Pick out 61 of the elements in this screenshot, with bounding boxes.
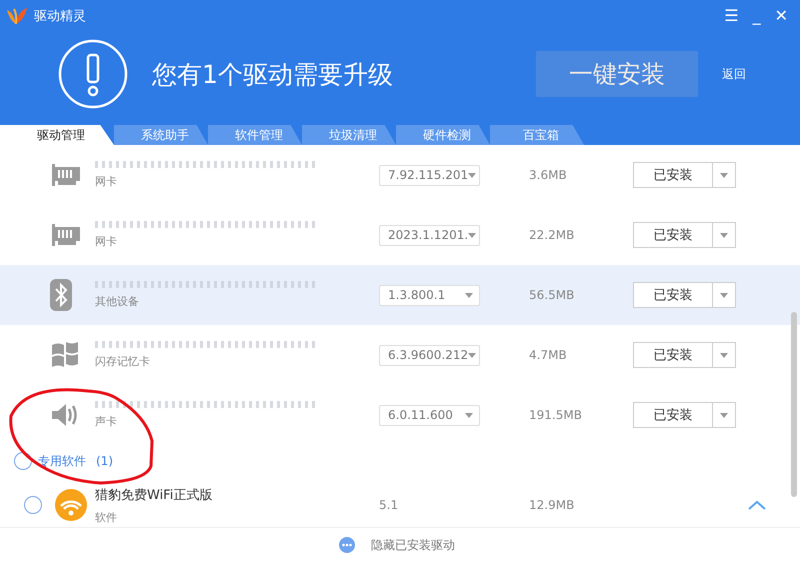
action-menu-button[interactable]	[713, 342, 736, 368]
software-name: 猎豹免费WiFi正式版	[95, 486, 214, 504]
group-label[interactable]: 专用软件	[38, 452, 86, 470]
tab[interactable]: 百宝箱	[490, 125, 584, 145]
device-category: 闪存记忆卡	[95, 354, 151, 369]
hide-installed-button[interactable]: 隐藏已安装驱动	[365, 536, 461, 554]
window-title: 驱动精灵	[34, 8, 86, 24]
back-link[interactable]: 返回	[722, 66, 746, 82]
group-checkbox[interactable]	[14, 452, 32, 470]
installed-button[interactable]: 已安装	[633, 342, 713, 368]
scroll-to-top-icon[interactable]	[748, 500, 766, 510]
installed-button[interactable]: 已安装	[633, 402, 713, 428]
bluetooth-icon	[50, 279, 72, 311]
device-category: 网卡	[95, 234, 118, 249]
version-dropdown[interactable]: 6.3.9600.212	[379, 344, 480, 366]
version-dropdown[interactable]: 6.0.11.600	[379, 404, 480, 426]
network-card-icon	[50, 161, 82, 189]
driver-size: 3.6MB	[529, 168, 568, 182]
version-dropdown[interactable]: 7.92.115.201	[379, 164, 480, 186]
action-menu-button[interactable]	[713, 282, 736, 308]
version-dropdown[interactable]: 2023.1.1201.	[379, 224, 480, 246]
tab[interactable]: 系统助手	[114, 125, 208, 145]
device-category: 声卡	[95, 414, 118, 429]
tab[interactable]: 软件管理	[208, 125, 302, 145]
group-count: (1)	[96, 454, 113, 468]
driver-size: 56.5MB	[529, 288, 576, 302]
device-category: 其他设备	[95, 294, 140, 309]
tab[interactable]: 垃圾清理	[302, 125, 396, 145]
upgrade-message: 您有1个驱动需要升级	[152, 58, 393, 90]
tab[interactable]: 驱动管理	[0, 125, 114, 145]
installed-button[interactable]: 已安装	[633, 282, 713, 308]
network-card-icon	[50, 221, 82, 249]
installed-button[interactable]: 已安装	[633, 162, 713, 188]
action-menu-button[interactable]	[713, 162, 736, 188]
driver-row[interactable]: 其他设备 1.3.800.1 56.5MB 已安装	[0, 265, 800, 325]
device-category: 网卡	[95, 174, 118, 189]
more-icon	[339, 537, 355, 553]
window-control[interactable]: ☰	[720, 6, 743, 25]
software-version: 5.1	[379, 498, 400, 512]
software-category: 软件	[95, 510, 118, 524]
windows-logo-icon	[50, 341, 80, 369]
version-dropdown[interactable]: 1.3.800.1	[379, 284, 480, 306]
driver-row[interactable]: 闪存记忆卡 6.3.9600.212 4.7MB 已安装	[0, 325, 800, 385]
warning-icon	[58, 39, 128, 109]
driver-row[interactable]: 声卡 6.0.11.600 191.5MB 已安装	[0, 385, 800, 445]
window-control[interactable]: _	[748, 6, 765, 25]
scrollbar-thumb[interactable]	[791, 312, 797, 497]
action-menu-button[interactable]	[713, 222, 736, 248]
installed-button[interactable]: 已安装	[633, 222, 713, 248]
software-size: 12.9MB	[529, 498, 576, 512]
action-menu-button[interactable]	[713, 402, 736, 428]
tab[interactable]: 硬件检测	[396, 125, 490, 145]
software-checkbox[interactable]	[24, 496, 42, 514]
driver-row[interactable]: 网卡 7.92.115.201 3.6MB 已安装	[0, 145, 800, 205]
window-control[interactable]: ✕	[770, 6, 792, 25]
driver-size: 4.7MB	[529, 348, 568, 362]
logo-icon	[6, 6, 28, 24]
driver-row[interactable]: 网卡 2023.1.1201. 22.2MB 已安装	[0, 205, 800, 265]
driver-size: 22.2MB	[529, 228, 576, 242]
driver-size: 191.5MB	[529, 408, 583, 422]
wifi-app-icon	[54, 488, 88, 522]
